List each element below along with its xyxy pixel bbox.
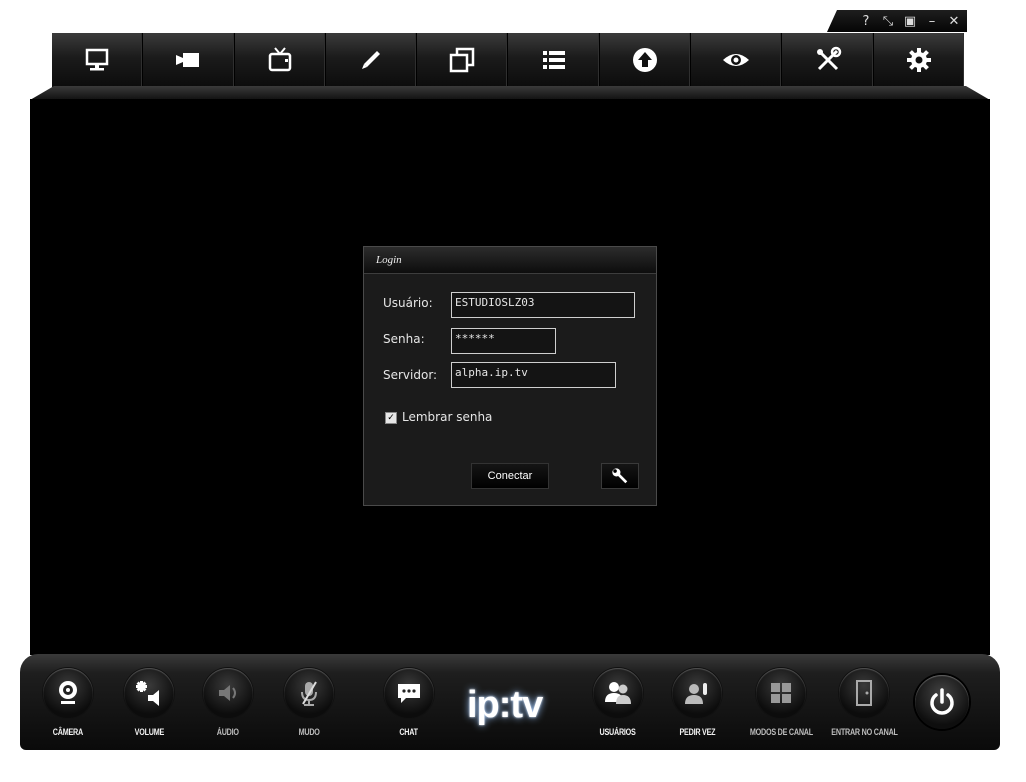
raise-hand-label: PEDIR VEZ bbox=[679, 727, 715, 737]
help-icon[interactable]: ? bbox=[859, 15, 873, 28]
grid-icon bbox=[771, 683, 791, 703]
restore-icon[interactable]: ▣ bbox=[903, 15, 917, 28]
top-toolbar bbox=[52, 33, 964, 87]
window-controls: ? ⤡ ▣ – ✕ bbox=[827, 10, 967, 32]
list-button[interactable] bbox=[508, 33, 600, 87]
camera-label: CÂMERA bbox=[52, 727, 84, 737]
audio-icon bbox=[219, 685, 236, 701]
raise-hand-button[interactable]: PEDIR VEZ bbox=[665, 668, 729, 748]
camera-button[interactable]: CÂMERA bbox=[36, 668, 100, 748]
mute-label: MUDO bbox=[298, 727, 320, 737]
chat-button[interactable]: CHAT bbox=[377, 668, 441, 748]
mute-button[interactable]: MUDO bbox=[277, 668, 341, 748]
users-button[interactable]: USUÁRIOS bbox=[586, 668, 650, 748]
mic-muted-icon bbox=[301, 681, 317, 706]
settings-button[interactable] bbox=[874, 33, 964, 87]
servidor-label: Servidor: bbox=[383, 368, 438, 382]
power-button[interactable] bbox=[915, 675, 969, 729]
volume-button[interactable]: VOLUME bbox=[117, 668, 181, 748]
tv-button[interactable] bbox=[235, 33, 326, 87]
tools-button[interactable] bbox=[782, 33, 874, 87]
remember-label: Lembrar senha bbox=[402, 410, 493, 424]
pencil-icon bbox=[362, 51, 381, 69]
monitor-button[interactable] bbox=[52, 33, 144, 87]
volume-icon bbox=[136, 681, 159, 706]
connect-button[interactable]: Conectar bbox=[471, 463, 549, 489]
login-dialog: Login Usuário: ESTUDIOSLZ03 Senha: *****… bbox=[363, 246, 657, 506]
senha-label: Senha: bbox=[383, 332, 425, 346]
upload-icon bbox=[632, 48, 657, 72]
eye-icon bbox=[723, 54, 750, 66]
volume-label: VOLUME bbox=[134, 727, 164, 737]
gear-icon bbox=[906, 48, 931, 72]
door-icon bbox=[856, 680, 872, 706]
channel-modes-button[interactable]: MODOS DE CANAL bbox=[749, 668, 813, 748]
monitor-icon bbox=[85, 48, 109, 71]
tv-icon bbox=[268, 47, 291, 72]
audio-label: ÁUDIO bbox=[217, 727, 239, 737]
toolbar-shelf bbox=[30, 86, 990, 100]
windows-button[interactable] bbox=[417, 33, 509, 87]
power-icon bbox=[930, 688, 954, 715]
channel-modes-label: MODOS DE CANAL bbox=[749, 727, 813, 737]
chat-label: CHAT bbox=[399, 727, 419, 737]
login-title: Login bbox=[364, 247, 656, 274]
enter-channel-label: ENTRAR NO CANAL bbox=[830, 727, 898, 737]
usuario-field[interactable]: ESTUDIOSLZ03 bbox=[451, 292, 635, 318]
video-camera-icon bbox=[176, 53, 200, 67]
users-icon bbox=[605, 682, 631, 704]
upload-button[interactable] bbox=[600, 33, 692, 87]
enter-channel-button[interactable]: ENTRAR NO CANAL bbox=[830, 668, 898, 748]
close-icon[interactable]: ✕ bbox=[947, 15, 961, 28]
chat-icon bbox=[398, 684, 420, 703]
edit-button[interactable] bbox=[326, 33, 418, 87]
audio-button[interactable]: ÁUDIO bbox=[196, 668, 260, 748]
senha-field[interactable]: ****** bbox=[451, 328, 556, 354]
users-label: USUÁRIOS bbox=[599, 727, 637, 737]
tools-icon bbox=[816, 46, 841, 71]
iptv-logo: ip:tv bbox=[467, 684, 543, 726]
video-button[interactable] bbox=[143, 33, 235, 87]
webcam-icon bbox=[59, 681, 77, 704]
wrench-icon bbox=[612, 468, 628, 484]
bottom-bar: CÂMERA VOLUME ÁUDIO MUDO CHAT ip:tv USUÁ… bbox=[20, 654, 1000, 750]
fullscreen-icon[interactable]: ⤡ bbox=[881, 15, 895, 28]
list-icon bbox=[542, 51, 565, 69]
settings-wrench-button[interactable] bbox=[601, 463, 639, 489]
minimize-icon[interactable]: – bbox=[925, 15, 939, 28]
view-button[interactable] bbox=[691, 33, 783, 87]
servidor-field[interactable]: alpha.ip.tv bbox=[451, 362, 616, 388]
usuario-label: Usuário: bbox=[383, 296, 433, 310]
remember-checkbox[interactable]: ✓ bbox=[385, 412, 397, 424]
windows-icon bbox=[450, 47, 475, 73]
raise-hand-icon bbox=[685, 683, 707, 704]
